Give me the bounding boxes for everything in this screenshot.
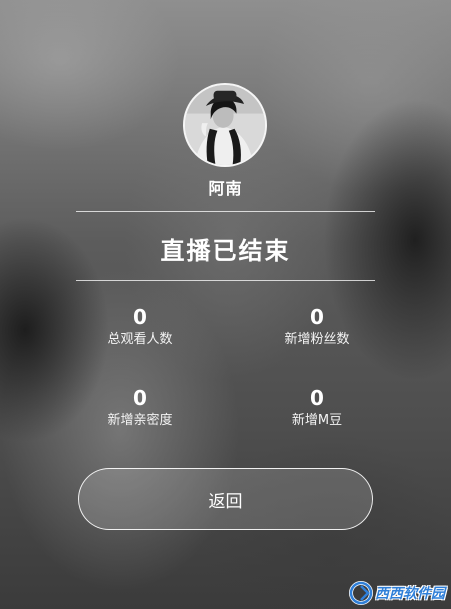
stat-new-fans: 0 新增粉丝数 [237, 306, 397, 348]
stat-value: 0 [133, 386, 147, 410]
divider-bottom [76, 280, 375, 281]
avatar[interactable] [183, 83, 267, 167]
stat-value: 0 [310, 305, 324, 329]
avatar-photo [185, 85, 265, 165]
back-button[interactable]: 返回 [78, 468, 373, 530]
stat-label: 新增M豆 [291, 413, 343, 428]
stat-label: 新增粉丝数 [284, 332, 350, 347]
stat-new-beans: 0 新增M豆 [237, 387, 397, 429]
stat-label: 总观看人数 [107, 332, 173, 347]
watermark-logo-icon [349, 581, 373, 605]
live-ended-screen: 阿南 直播已结束 0 总观看人数 0 新增粉丝数 0 新增亲密度 0 新增M豆 … [0, 0, 451, 609]
stat-value: 0 [133, 305, 147, 329]
stat-value: 0 [310, 386, 324, 410]
streamer-name: 阿南 [208, 179, 243, 198]
watermark: 西西软件园 [349, 581, 445, 605]
stat-label: 新增亲密度 [107, 413, 173, 428]
divider-top [76, 211, 375, 212]
stat-total-viewers: 0 总观看人数 [60, 306, 220, 348]
stat-new-intimacy: 0 新增亲密度 [60, 387, 220, 429]
live-ended-title: 直播已结束 [160, 237, 291, 265]
watermark-text: 西西软件园 [375, 586, 445, 602]
